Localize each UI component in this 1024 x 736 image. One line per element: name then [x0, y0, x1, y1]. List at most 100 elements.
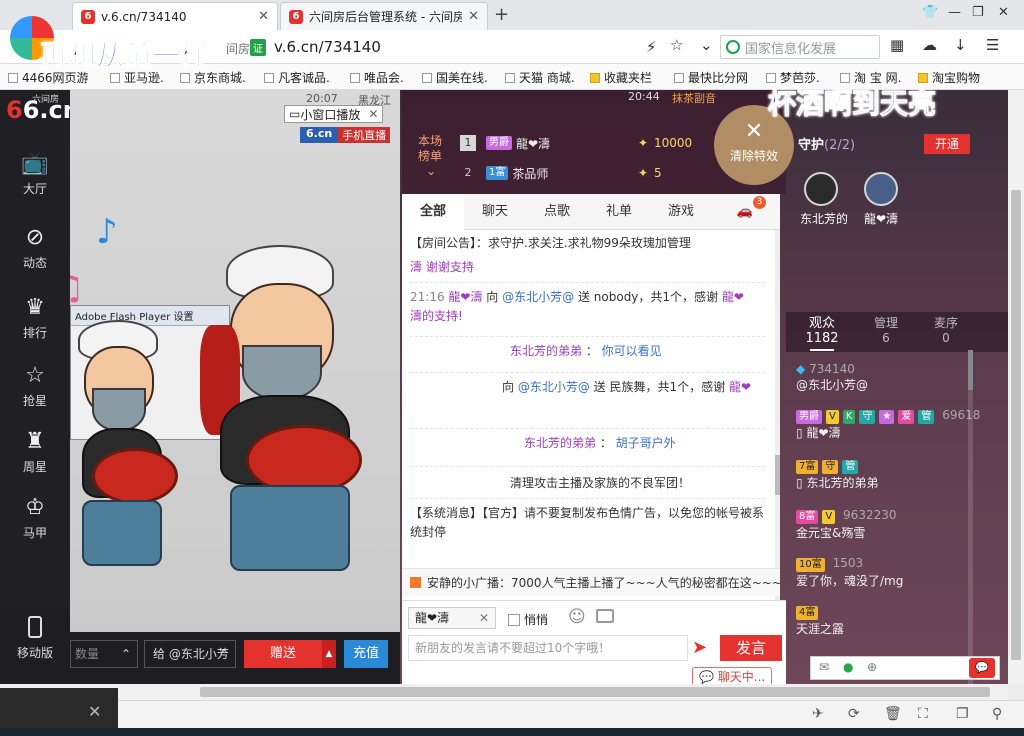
- chat-bubble-icon[interactable]: 💬: [969, 658, 995, 678]
- download-icon[interactable]: ↓: [954, 36, 967, 54]
- nav-ranking[interactable]: ♛ 排行: [0, 296, 70, 341]
- open-guard-button[interactable]: 开通: [924, 134, 970, 154]
- gift-recipient-select[interactable]: 给 @东北小芳 ⌃: [144, 640, 236, 668]
- nav-hall[interactable]: 📺 大厅: [0, 152, 70, 197]
- audience-item[interactable]: ◆ 734140 @东北小芳@: [796, 362, 976, 393]
- audience-item[interactable]: 8富 V 9632230 金元宝&殇雪: [796, 508, 976, 541]
- refresh-icon[interactable]: ⟳: [848, 706, 860, 722]
- close-tab-icon[interactable]: ✕: [468, 9, 479, 24]
- close-icon[interactable]: ✕: [88, 702, 101, 721]
- maximize-icon[interactable]: ❐: [972, 5, 984, 20]
- search-input[interactable]: 国家信息化发展: [720, 35, 880, 59]
- emoji-icon[interactable]: ☺: [568, 607, 586, 627]
- zoom-icon[interactable]: ⚲: [992, 706, 1002, 722]
- rank-row[interactable]: 1 男爵 龍❤濤: [460, 132, 550, 154]
- bookmark[interactable]: 国美在线.: [422, 69, 488, 86]
- audience-item[interactable]: 10富 1503 爱了你，魂没了/mg: [796, 556, 976, 589]
- tab-chat[interactable]: 聊天: [464, 194, 526, 230]
- tab-gifts[interactable]: 礼单: [588, 194, 650, 230]
- pin-icon[interactable]: ✈: [812, 706, 824, 722]
- image-icon[interactable]: [596, 609, 614, 623]
- gift-quantity-select[interactable]: 数量 ⌃: [70, 640, 138, 668]
- chat-scrollbar[interactable]: [775, 230, 780, 600]
- chevron-up-icon: ⌃: [120, 647, 131, 661]
- tab-audience[interactable]: 观众 1182: [792, 316, 852, 351]
- chevron-down-icon[interactable]: ⌄: [700, 36, 713, 54]
- close-icon[interactable]: ✕: [479, 608, 489, 628]
- browser-tab-active[interactable]: 6 v.6.cn/734140 ✕: [72, 2, 278, 30]
- rank-row[interactable]: 2 1富 茶品师: [460, 162, 548, 184]
- phone-icon: ▯: [796, 476, 803, 490]
- star-icon[interactable]: ☆: [670, 36, 683, 54]
- left-sidebar: 66.cn 六间房 📺 大厅 ⊘ 动态 ♛ 排行 ☆ 抢星 ♜ 周星 ♔ 马甲: [0, 90, 80, 684]
- chat-input-area: 龍❤濤 ✕ 悄悄 ☺ 新朋友的发言请不要超过10个字哦！ ➤ 发言 💬 聊天中..…: [402, 600, 786, 684]
- recharge-button[interactable]: 充值: [344, 640, 388, 668]
- close-icon[interactable]: ✕: [368, 107, 378, 121]
- close-window-icon[interactable]: ✕: [998, 5, 1009, 20]
- video-player[interactable]: 20:07 黑龙江 ▭ 小窗口播放 ✕ 6.cn 手机直播 Adobe Flash …: [70, 90, 400, 684]
- nav-grab-star[interactable]: ☆ 抢星: [0, 364, 70, 409]
- mini-window-icon: ▭: [289, 107, 301, 121]
- online-status-icon[interactable]: ●: [843, 660, 853, 674]
- guard-avatar[interactable]: 东北芳的: [800, 172, 848, 227]
- session-rank-title[interactable]: 本场榜单: [418, 134, 448, 164]
- bookmark[interactable]: 最快比分网: [674, 69, 748, 86]
- tab-title: v.6.cn/734140: [101, 9, 187, 24]
- nav-vest[interactable]: ♔ 马甲: [0, 496, 70, 541]
- quick-toolbar: ✉ ● ⊕ 💬: [810, 656, 1000, 680]
- add-icon[interactable]: ⊕: [867, 660, 877, 674]
- desktop-lyric-line: 再和从前一样: [39, 39, 209, 73]
- tab-mic-queue[interactable]: 麦序 0: [916, 316, 976, 346]
- tab-song[interactable]: 点歌: [526, 194, 588, 230]
- close-icon: ✕: [744, 119, 764, 144]
- broadcast-bar[interactable]: 安静的小广播：7000人气主播上播了~~~人气的秘密都在这~~~: [402, 568, 780, 596]
- menu-icon[interactable]: ☰: [986, 36, 999, 54]
- chat-message-input[interactable]: 新朋友的发言请不要超过10个字哦！: [408, 635, 688, 661]
- window-icon[interactable]: ❐: [956, 706, 969, 722]
- mobile-version-link[interactable]: 移动版: [0, 610, 70, 684]
- tab-admins[interactable]: 管理 6: [856, 316, 916, 346]
- bookmark[interactable]: 唯品会.: [350, 69, 404, 86]
- whisper-checkbox[interactable]: 悄悄: [508, 611, 548, 628]
- chatting-indicator[interactable]: 💬 聊天中...: [692, 667, 773, 684]
- lightning-icon[interactable]: ⚡: [646, 38, 657, 56]
- give-gift-button[interactable]: 赠送: [244, 640, 322, 668]
- audience-item[interactable]: 7富守管 ▯ 东北芳的弟弟: [796, 458, 976, 491]
- nav-feed[interactable]: ⊘ 动态: [0, 226, 70, 271]
- page-horizontal-scrollbar[interactable]: [0, 684, 1008, 700]
- mini-window-button[interactable]: ▭ 小窗口播放 ✕: [284, 105, 384, 123]
- send-button[interactable]: 发言: [720, 635, 782, 661]
- audience-scrollbar[interactable]: [968, 350, 973, 684]
- browser-tab[interactable]: 6 六间房后台管理系统 - 六间房 ✕: [280, 2, 488, 30]
- url-field[interactable]: 证 v.6.cn/734140: [250, 35, 712, 59]
- bookmark-folder[interactable]: 收藏夹栏: [590, 69, 652, 86]
- minimize-icon[interactable]: —: [948, 5, 961, 20]
- chevron-down-icon[interactable]: ⌄: [426, 164, 436, 178]
- audience-item[interactable]: 4富 天涯之露: [796, 604, 976, 637]
- guard-avatar[interactable]: 龍❤濤: [860, 172, 902, 227]
- tab-car[interactable]: 🚗 3: [714, 194, 776, 230]
- trash-icon[interactable]: 🗑: [884, 706, 902, 722]
- site-favicon-icon: 6: [289, 9, 303, 24]
- site-logo[interactable]: 66.cn 六间房: [6, 95, 80, 124]
- shirt-icon[interactable]: 👕: [922, 5, 938, 20]
- header-time: 20:44: [628, 90, 660, 103]
- chat-messages[interactable]: 【房间公告】：求守护.求关注.求礼物99朵玫瑰加管理 濤 谢谢支持 21:16 …: [402, 230, 780, 600]
- audience-item[interactable]: 男爵 V K 守 ★ 爱管 69618 ▯ 龍❤濤: [796, 408, 980, 441]
- tab-all[interactable]: 全部: [402, 194, 464, 230]
- secure-badge: 证: [250, 38, 266, 56]
- bookmark[interactable]: 天猫 商城.: [505, 69, 575, 86]
- nav-week-star[interactable]: ♜ 周星: [0, 430, 70, 475]
- cloud-icon[interactable]: ☁: [922, 36, 937, 54]
- mail-icon[interactable]: ✉: [819, 660, 829, 674]
- give-dropdown-icon[interactable]: ▲: [322, 640, 336, 668]
- page-vertical-scrollbar[interactable]: [1008, 90, 1024, 684]
- apps-grid-icon[interactable]: ▦: [890, 36, 904, 54]
- phone-icon: ▯: [796, 426, 803, 440]
- chat-target-user[interactable]: 龍❤濤 ✕: [408, 607, 496, 629]
- close-tab-icon[interactable]: ✕: [258, 9, 269, 24]
- bookmark[interactable]: 凡客诚品.: [264, 69, 330, 86]
- new-tab-icon[interactable]: +: [494, 4, 509, 25]
- fullscreen-icon[interactable]: ⛶: [918, 706, 928, 722]
- tab-games[interactable]: 游戏: [650, 194, 712, 230]
